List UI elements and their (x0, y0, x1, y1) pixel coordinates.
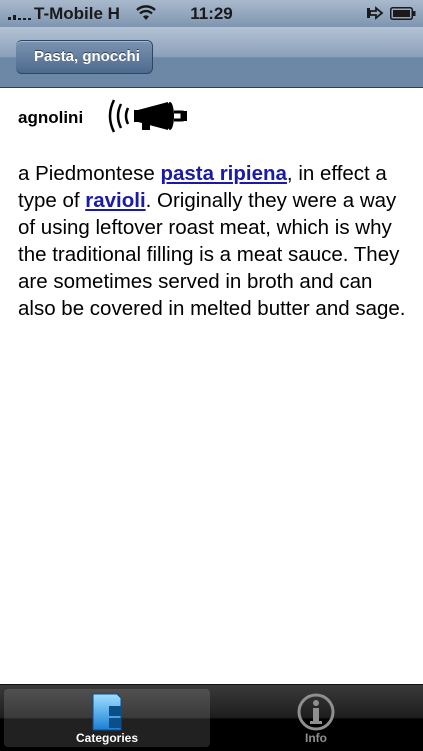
tab-categories[interactable]: Categories (4, 689, 210, 747)
categories-icon (92, 693, 122, 731)
pronunciation-speaker-icon[interactable] (106, 96, 198, 136)
term-row: agnolini (18, 96, 318, 136)
tab-label: Info (305, 731, 327, 745)
back-button-label: Pasta, gnocchi (34, 48, 140, 65)
term-title: agnolini (18, 108, 84, 127)
battery-icon (390, 7, 416, 20)
back-button[interactable]: Pasta, gnocchi (16, 40, 153, 74)
location-arrow-icon (367, 6, 384, 20)
clock: 11:29 (190, 4, 233, 23)
tab-info[interactable]: Info (213, 689, 419, 747)
tab-bar: Categories Info (0, 684, 423, 751)
info-icon (297, 693, 335, 731)
definition-text: a Piedmontese pasta ripiena, in effect a… (18, 160, 408, 322)
navigation-bar: Pasta, gnocchi (0, 27, 423, 88)
tab-label: Categories (75, 731, 139, 745)
definition-part: a Piedmontese (18, 162, 161, 185)
status-bar: T-Mobile H 11:29 (0, 0, 423, 27)
link-ravioli[interactable]: ravioli (85, 189, 145, 212)
link-pasta-ripiena[interactable]: pasta ripiena (160, 162, 286, 185)
